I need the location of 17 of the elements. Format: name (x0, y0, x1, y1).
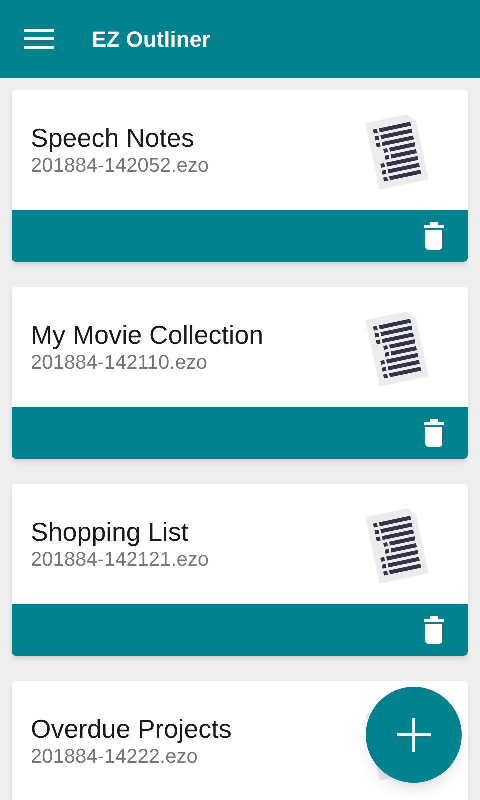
file-name: 201884-142110.ezo (31, 351, 208, 375)
file-title: Speech Notes (31, 122, 196, 154)
file-card[interactable]: Speech Notes 201884-142052.ezo (12, 90, 468, 262)
file-name: 201884-142121.ezo (31, 548, 209, 572)
plus-icon (397, 718, 431, 752)
file-title: My Movie Collection (31, 319, 264, 351)
file-title: Overdue Projects (31, 713, 232, 745)
app-title: EZ Outliner (92, 26, 211, 54)
file-card[interactable]: My Movie Collection 201884-142110.ezo (12, 287, 468, 459)
delete-icon[interactable] (424, 419, 444, 447)
file-name: 201884-142052.ezo (31, 154, 209, 178)
delete-icon[interactable] (424, 222, 444, 250)
file-name: 201884-14222.ezo (31, 745, 199, 769)
menu-icon[interactable] (24, 29, 54, 49)
delete-icon[interactable] (424, 616, 444, 644)
file-title: Shopping List (31, 516, 190, 548)
file-card[interactable]: Shopping List 201884-142121.ezo (12, 484, 468, 656)
